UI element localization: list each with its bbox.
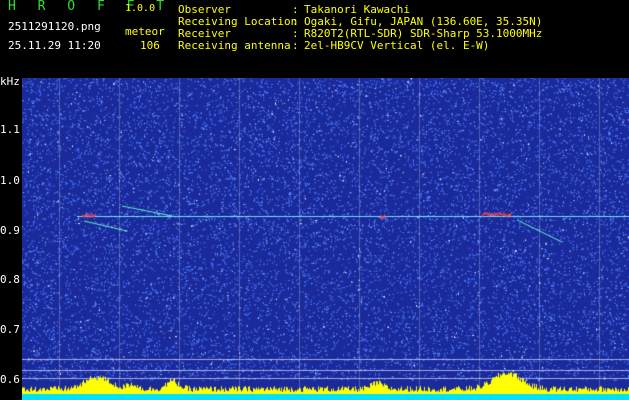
info-colon: : <box>292 39 299 52</box>
info-label-antenna: Receiving antenna <box>178 39 291 52</box>
y-tick-label: 0.7 <box>0 323 20 336</box>
app-version: 1.0.0 <box>125 3 156 14</box>
y-tick-label: 0.8 <box>0 273 20 286</box>
timestamp: 25.11.29 11:20 <box>8 39 101 52</box>
y-axis-unit: kHz <box>0 75 20 88</box>
y-tick-label: 0.6 <box>0 373 20 386</box>
y-tick-label: 1.1 <box>0 123 20 136</box>
meteor-count: 106 <box>140 39 160 52</box>
file-name: 2511291120.png <box>8 20 101 33</box>
info-value-antenna: 2el-HB9CV Vertical (el. E-W) <box>304 39 490 52</box>
detection-type: meteor <box>125 25 165 38</box>
y-tick-label: 0.9 <box>0 224 20 237</box>
y-tick-label: 1.0 <box>0 174 20 187</box>
spectrogram-waterfall <box>22 78 629 400</box>
